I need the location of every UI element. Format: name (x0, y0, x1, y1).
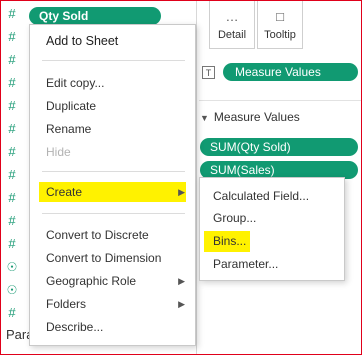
menu-item-create-label: Create (46, 185, 83, 199)
number-icon: # (8, 236, 16, 251)
detail-button[interactable]: … Detail (209, 0, 255, 49)
menu-item-rename[interactable]: Rename (30, 119, 195, 139)
globe-icon: ☉ (6, 283, 18, 297)
tooltip-button[interactable]: □ Tooltip (257, 0, 303, 49)
shelf-divider (199, 100, 362, 101)
submenu-item-bins[interactable]: Bins... (200, 231, 344, 251)
number-icon: # (8, 190, 16, 205)
number-icon: # (8, 29, 16, 44)
create-submenu: Calculated Field... Group... Bins... Par… (199, 177, 345, 281)
menu-item-add-to-sheet[interactable]: Add to Sheet (30, 31, 195, 51)
menu-separator (42, 213, 185, 214)
tooltip-icon: □ (276, 9, 284, 24)
number-icon: # (8, 144, 16, 159)
detail-label: Detail (217, 29, 247, 41)
detail-icon: … (225, 9, 239, 24)
qty-sold-pill[interactable]: Qty Sold (29, 7, 161, 25)
menu-separator (42, 60, 185, 61)
submenu-item-group[interactable]: Group... (200, 208, 344, 228)
menu-item-convert-to-discrete[interactable]: Convert to Discrete (30, 225, 195, 245)
measure-values-header[interactable]: ▼ Measure Values (200, 110, 300, 124)
number-icon: # (8, 52, 16, 67)
number-icon: # (8, 167, 16, 182)
menu-item-edit-copy[interactable]: Edit copy... (30, 73, 195, 93)
menu-item-hide: Hide (46, 145, 71, 159)
submenu-arrow-icon: ▶ (178, 276, 185, 286)
menu-item-duplicate[interactable]: Duplicate (30, 96, 195, 116)
number-icon: # (8, 213, 16, 228)
submenu-arrow-icon: ▶ (178, 299, 185, 309)
pane-divider (196, 0, 197, 355)
number-icon: # (8, 305, 16, 320)
submenu-item-parameter[interactable]: Parameter... (200, 254, 344, 274)
menu-item-create[interactable]: Create ▶ (30, 182, 195, 202)
submenu-item-calculated-field[interactable]: Calculated Field... (200, 186, 344, 206)
menu-item-folders[interactable]: Folders ▶ (30, 294, 195, 314)
measure-values-text-pill[interactable]: Measure Values (223, 63, 358, 81)
menu-item-geographic-role-label: Geographic Role (46, 274, 137, 288)
number-icon: # (8, 121, 16, 136)
tooltip-label: Tooltip (264, 29, 296, 41)
menu-item-describe[interactable]: Describe... (30, 317, 195, 337)
field-context-menu: Add to Sheet Edit copy... Duplicate Rena… (29, 24, 196, 346)
menu-item-convert-to-dimension[interactable]: Convert to Dimension (30, 248, 195, 268)
globe-icon: ☉ (6, 260, 18, 274)
measure-values-header-label: Measure Values (213, 110, 300, 124)
menu-separator (42, 171, 185, 172)
menu-item-geographic-role[interactable]: Geographic Role ▶ (30, 271, 195, 291)
number-icon: # (8, 98, 16, 113)
field-row-qty-sold[interactable]: # Qty Sold (1, 3, 197, 25)
sum-qty-sold-pill[interactable]: SUM(Qty Sold) (200, 138, 358, 156)
text-mark-icon: T (202, 66, 215, 79)
menu-item-folders-label: Folders (46, 297, 87, 311)
submenu-arrow-icon: ▶ (178, 187, 185, 197)
number-icon: # (8, 75, 16, 90)
collapse-triangle-icon[interactable]: ▼ (200, 113, 209, 123)
number-icon: # (8, 6, 16, 21)
